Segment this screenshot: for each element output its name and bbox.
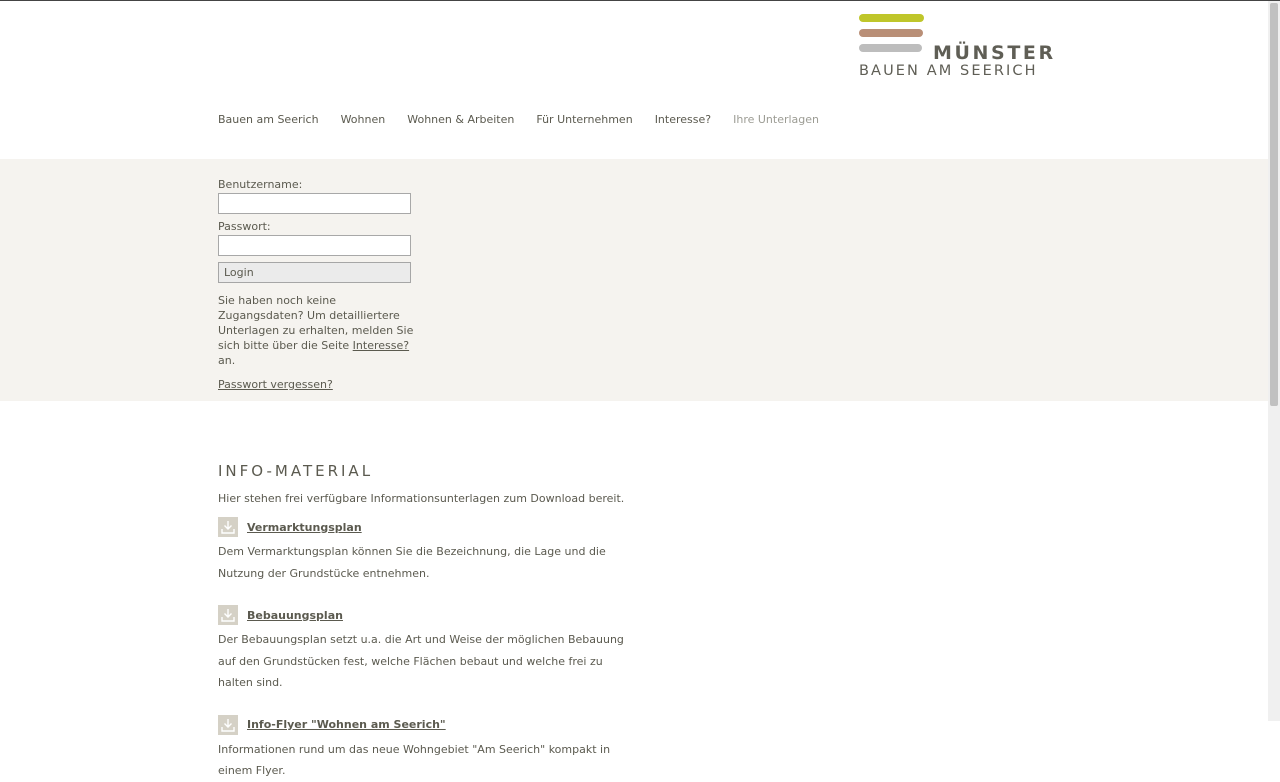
logo-bar-green xyxy=(859,14,924,22)
info-heading: INFO-MATERIAL xyxy=(218,462,374,480)
download-item: Bebauungsplan Der Bebauungsplan setzt u.… xyxy=(218,605,638,694)
nav-item-wohnen[interactable]: Wohnen xyxy=(341,113,386,126)
download-icon[interactable] xyxy=(218,605,238,625)
download-link-vermarktungsplan[interactable]: Vermarktungsplan xyxy=(247,521,362,534)
download-link-bebauungsplan[interactable]: Bebauungsplan xyxy=(247,609,343,622)
password-label: Passwort: xyxy=(218,220,271,233)
logo-bar-brown xyxy=(859,29,923,37)
logo-bar-grey xyxy=(859,44,922,52)
download-icon[interactable] xyxy=(218,517,238,537)
forgot-password-link[interactable]: Passwort vergessen? xyxy=(218,378,333,391)
scrollbar-thumb[interactable] xyxy=(1270,3,1278,406)
main-nav: Bauen am Seerich Wohnen Wohnen & Arbeite… xyxy=(218,113,841,126)
password-input[interactable] xyxy=(218,235,411,256)
download-item: Vermarktungsplan Dem Vermarktungsplan kö… xyxy=(218,517,638,584)
nav-item-wohnen-arbeiten[interactable]: Wohnen & Arbeiten xyxy=(407,113,514,126)
login-section xyxy=(0,159,1268,401)
username-input[interactable] xyxy=(218,193,411,214)
username-label: Benutzername: xyxy=(218,178,303,191)
interesse-link[interactable]: Interesse? xyxy=(353,339,409,352)
nav-item-bauen-am-seerich[interactable]: Bauen am Seerich xyxy=(218,113,319,126)
login-form: Benutzername: Passwort: Login Sie haben … xyxy=(218,178,418,391)
logo-subtitle: BAUEN AM SEERICH xyxy=(859,63,1038,79)
logo-title: MÜNSTER xyxy=(933,42,1056,64)
nav-item-interesse[interactable]: Interesse? xyxy=(655,113,711,126)
login-button[interactable]: Login xyxy=(218,262,411,283)
help-text-after: an. xyxy=(218,354,236,367)
download-icon[interactable] xyxy=(218,714,238,735)
vertical-scrollbar[interactable] xyxy=(1268,1,1280,721)
download-description: Dem Vermarktungsplan können Sie die Beze… xyxy=(218,545,606,580)
info-material-section: INFO-MATERIAL Hier stehen frei verfügbar… xyxy=(218,462,638,782)
login-help-text: Sie haben noch keine Zugangsdaten? Um de… xyxy=(218,293,418,368)
info-lead: Hier stehen frei verfügbare Informations… xyxy=(218,492,625,505)
download-description: Informationen rund um das neue Wohngebie… xyxy=(218,742,611,778)
nav-item-fuer-unternehmen[interactable]: Für Unternehmen xyxy=(536,113,632,126)
page: MÜNSTER BAUEN AM SEERICH Bauen am Seeric… xyxy=(0,1,1268,777)
download-description: Der Bebauungsplan setzt u.a. die Art und… xyxy=(218,633,624,689)
nav-item-ihre-unterlagen[interactable]: Ihre Unterlagen xyxy=(733,113,819,126)
logo[interactable]: MÜNSTER BAUEN AM SEERICH xyxy=(859,14,1059,84)
download-item: Info-Flyer "Wohnen am Seerich" Informati… xyxy=(218,714,638,782)
